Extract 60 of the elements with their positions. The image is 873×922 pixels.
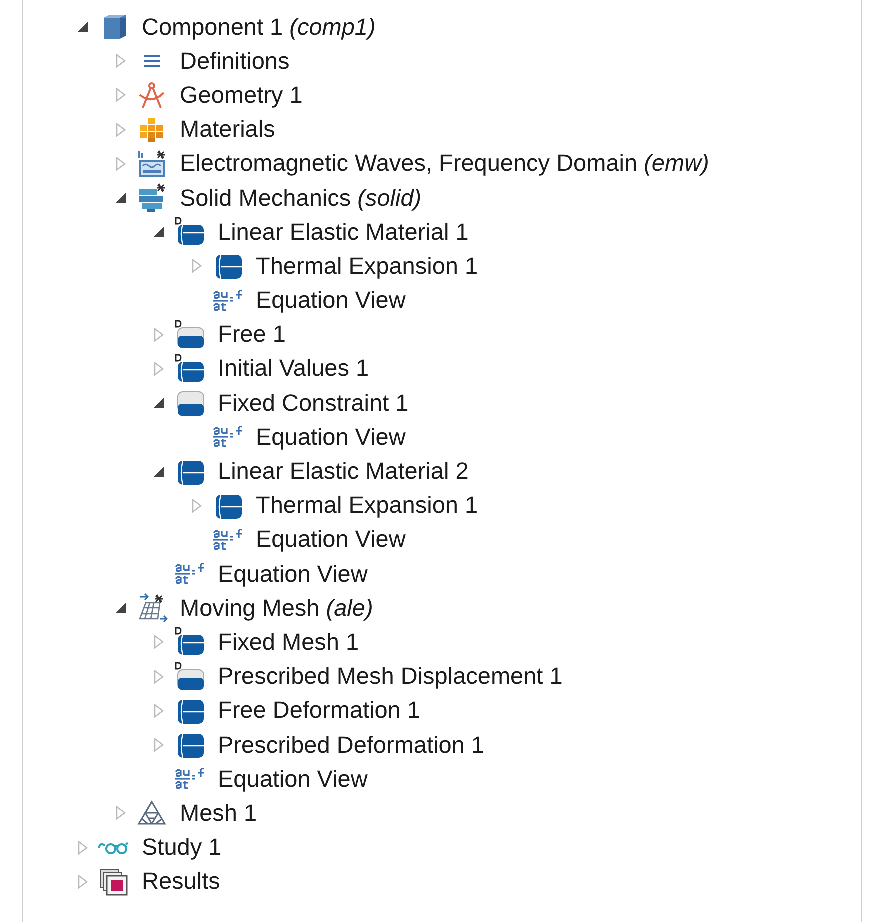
collapse-toggle[interactable] xyxy=(115,192,127,204)
material-blocks-icon xyxy=(140,118,164,142)
expand-toggle[interactable] xyxy=(154,704,164,718)
moving-mesh-icon xyxy=(136,593,168,624)
solid-block-icon xyxy=(137,183,167,214)
list-icon xyxy=(144,54,160,68)
collapse-toggle[interactable] xyxy=(77,21,89,34)
expand-toggle[interactable] xyxy=(116,156,126,171)
tree-item[interactable]: Linear Elastic Material 1 xyxy=(218,218,469,246)
tree-item[interactable]: Equation View xyxy=(256,526,406,554)
tree-item[interactable]: Mesh 1 xyxy=(180,800,258,827)
tree-item[interactable]: Electromagnetic Waves, Frequency Domain (emw) xyxy=(180,150,710,178)
tree-item[interactable]: Fixed Mesh 1 xyxy=(218,628,360,656)
antenna-device-icon xyxy=(137,148,167,179)
tree-item[interactable]: Results xyxy=(142,868,220,896)
tree-item[interactable]: Equation View xyxy=(256,287,406,314)
expand-toggle[interactable] xyxy=(78,840,88,855)
tree-item[interactable]: Linear Elastic Material 2 xyxy=(218,458,469,486)
tree-item[interactable]: Equation View xyxy=(218,560,368,588)
collapse-toggle[interactable] xyxy=(115,602,127,614)
tree-item[interactable]: Component 1 (comp1) xyxy=(142,14,376,41)
collapse-toggle[interactable] xyxy=(153,226,165,238)
expand-toggle[interactable] xyxy=(154,635,164,650)
equation-icon xyxy=(174,767,206,792)
tree-item[interactable]: Geometry 1 xyxy=(180,82,303,109)
equation-icon xyxy=(212,288,244,313)
expand-toggle[interactable] xyxy=(154,328,164,342)
expand-toggle[interactable] xyxy=(154,670,164,684)
tree-item[interactable]: Fixed Constraint 1 xyxy=(218,390,409,417)
equation-icon xyxy=(174,562,206,586)
tree-item[interactable]: Prescribed Mesh Displacement 1 xyxy=(218,663,563,690)
expand-toggle[interactable] xyxy=(116,122,126,137)
expand-toggle[interactable] xyxy=(78,874,88,889)
compass-icon xyxy=(138,81,166,110)
tree-item[interactable]: Prescribed Deformation 1 xyxy=(218,732,484,759)
collapse-toggle[interactable] xyxy=(153,397,165,410)
tree-item[interactable]: Free 1 xyxy=(218,321,286,348)
tree-item[interactable]: Equation View xyxy=(256,424,406,451)
expand-toggle[interactable] xyxy=(116,88,126,102)
tree-item[interactable]: Free Deformation 1 xyxy=(218,697,420,724)
collapse-toggle[interactable] xyxy=(153,466,165,478)
results-stack-icon xyxy=(99,868,129,896)
expand-toggle[interactable] xyxy=(154,362,164,376)
equation-icon xyxy=(212,528,244,552)
tree-item[interactable]: Initial Values 1 xyxy=(218,355,370,382)
tree-item[interactable]: Solid Mechanics (solid) xyxy=(180,184,422,212)
equation-icon xyxy=(212,425,244,450)
expand-toggle[interactable] xyxy=(192,498,202,513)
expand-toggle[interactable] xyxy=(116,54,126,68)
expand-toggle[interactable] xyxy=(154,738,164,752)
tree-item[interactable]: Thermal Expansion 1 xyxy=(256,492,478,520)
tree-item[interactable]: Definitions xyxy=(180,48,290,75)
expand-toggle[interactable] xyxy=(116,806,126,820)
tree-item[interactable]: Thermal Expansion 1 xyxy=(256,252,478,280)
tree-item[interactable]: Equation View xyxy=(218,766,368,793)
tree-item[interactable]: Materials xyxy=(180,116,276,144)
mesh-triangle-icon xyxy=(137,800,167,826)
expand-toggle[interactable] xyxy=(192,259,202,274)
tree-item[interactable]: Study 1 xyxy=(142,834,222,862)
tree-item[interactable]: Moving Mesh (ale) xyxy=(180,594,374,622)
